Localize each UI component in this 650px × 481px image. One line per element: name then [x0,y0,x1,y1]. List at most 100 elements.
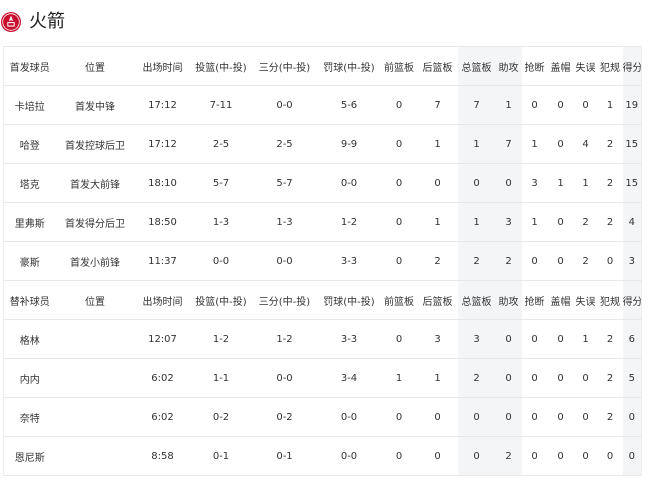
stat-cell: 12:07 [134,319,191,359]
stat-cell: 0 [417,436,458,476]
stat-cell: 7 [495,124,522,164]
stat-cell: 5-7 [190,163,252,203]
column-header: 总篮板 [457,280,496,320]
player-name: 恩尼斯 [3,436,56,476]
stat-cell: 17:12 [134,85,191,125]
starters-header-row: 首发球员 位置 出场时间 投篮(中-投) 三分(中-投) 罚球(中-投) 前篮板 后篮板 总篮板… [3,46,642,86]
stat-cell: 0 [495,358,522,398]
stat-cell: 2 [597,358,623,398]
stat-cell: 17:12 [134,124,191,164]
stat-cell: 首发小前锋 [55,241,135,281]
table-row: 里弗斯 首发得分后卫 18:50 1-3 1-3 1-2 0 1 1 3 1 0 2 2 4 [3,202,642,242]
stat-cell: 18:50 [134,202,191,242]
stat-cell: 1 [457,202,496,242]
stat-cell: 2 [457,358,496,398]
stat-cell [55,397,135,437]
table-row: 豪斯 首发小前锋 11:37 0-0 0-0 3-3 0 2 2 2 0 0 2 0 3 [3,241,642,281]
stat-cell: 0 [457,436,496,476]
player-name: 奈特 [3,397,56,437]
stat-cell: 1-2 [251,319,318,359]
stat-cell: 1-3 [190,202,252,242]
column-header: 助攻 [495,46,522,86]
table-row: 哈登 首发控球后卫 17:12 2-5 2-5 9-9 0 1 1 7 1 0 4 2 15 [3,124,642,164]
stat-cell: 首发得分后卫 [55,202,135,242]
stat-cell: 0 [573,436,598,476]
stat-cell: 0 [521,319,548,359]
stat-cell: 0 [547,397,574,437]
stat-cell: 0 [547,85,574,125]
column-header: 盖帽 [547,46,574,86]
stat-cell: 1 [573,319,598,359]
stat-cell: 15 [622,163,642,203]
stat-cell: 0 [457,163,496,203]
stat-cell: 19 [622,85,642,125]
column-header: 得分 [622,46,642,86]
stat-cell: 7 [457,85,496,125]
stat-cell: 0 [521,85,548,125]
stat-cell: 3 [622,241,642,281]
stat-cell: 2 [573,241,598,281]
stat-cell: 0 [380,163,418,203]
column-header: 抢断 [521,46,548,86]
stat-cell: 0 [521,436,548,476]
stat-cell: 0 [417,163,458,203]
stat-cell: 9-9 [317,124,381,164]
column-header: 首发球员 [3,46,56,86]
column-header: 总篮板 [457,46,496,86]
player-name: 内内 [3,358,56,398]
stat-cell: 0 [547,319,574,359]
column-header: 三分(中-投) [251,46,318,86]
column-header: 助攻 [495,280,522,320]
stat-cell: 1 [417,124,458,164]
stat-cell: 0-0 [317,163,381,203]
stat-cell: 0 [573,397,598,437]
stat-cell: 0-2 [190,397,252,437]
column-header: 犯规 [597,280,623,320]
stat-cell: 0-1 [190,436,252,476]
stat-cell: 0 [380,319,418,359]
stat-cell: 2 [597,124,623,164]
stat-cell: 1 [547,163,574,203]
stat-cell: 3 [521,163,548,203]
stat-cell: 4 [622,202,642,242]
stat-cell: 5-7 [251,163,318,203]
stat-cell: 首发控球后卫 [55,124,135,164]
stat-cell: 7 [417,85,458,125]
stat-cell: 0 [380,397,418,437]
stat-cell: 0-0 [251,241,318,281]
stat-cell: 0 [521,397,548,437]
stat-cell: 0 [380,241,418,281]
stat-cell: 首发大前锋 [55,163,135,203]
stat-cell: 7-11 [190,85,252,125]
stat-cell: 2 [417,241,458,281]
stat-cell: 0 [597,436,623,476]
stat-cell: 4 [573,124,598,164]
stat-cell: 0 [457,397,496,437]
stat-cell: 5 [622,358,642,398]
stat-cell: 2 [457,241,496,281]
stat-cell: 0 [547,124,574,164]
stat-cell: 3 [417,319,458,359]
player-name: 哈登 [3,124,56,164]
stat-cell: 1 [417,202,458,242]
stat-cell: 2-5 [190,124,252,164]
table-row: 卡培拉 首发中锋 17:12 7-11 0-0 5-6 0 7 7 1 0 0 0 1 19 [3,85,642,125]
stat-cell: 3-3 [317,241,381,281]
stat-cell: 18:10 [134,163,191,203]
column-header: 位置 [55,280,135,320]
stat-cell: 2 [495,436,522,476]
column-header: 后篮板 [417,280,458,320]
stat-cell: 2 [597,319,623,359]
column-header: 前篮板 [380,280,418,320]
bench-header-row: 替补球员 位置 出场时间 投篮(中-投) 三分(中-投) 罚球(中-投) 前篮板 后篮板 总篮板… [3,280,642,320]
column-header: 失误 [573,46,598,86]
table-row: 内内 6:02 1-1 0-0 3-4 1 1 2 0 0 0 0 2 5 [3,358,642,398]
stat-cell: 6:02 [134,397,191,437]
stat-cell: 0-0 [251,358,318,398]
column-header: 失误 [573,280,598,320]
stat-cell: 6:02 [134,358,191,398]
stat-cell: 2 [495,241,522,281]
stat-cell: 1-1 [190,358,252,398]
table-row: 恩尼斯 8:58 0-1 0-1 0-0 0 0 0 2 0 0 0 0 0 [3,436,642,476]
table-row: 奈特 6:02 0-2 0-2 0-0 0 0 0 0 0 0 0 2 0 [3,397,642,437]
